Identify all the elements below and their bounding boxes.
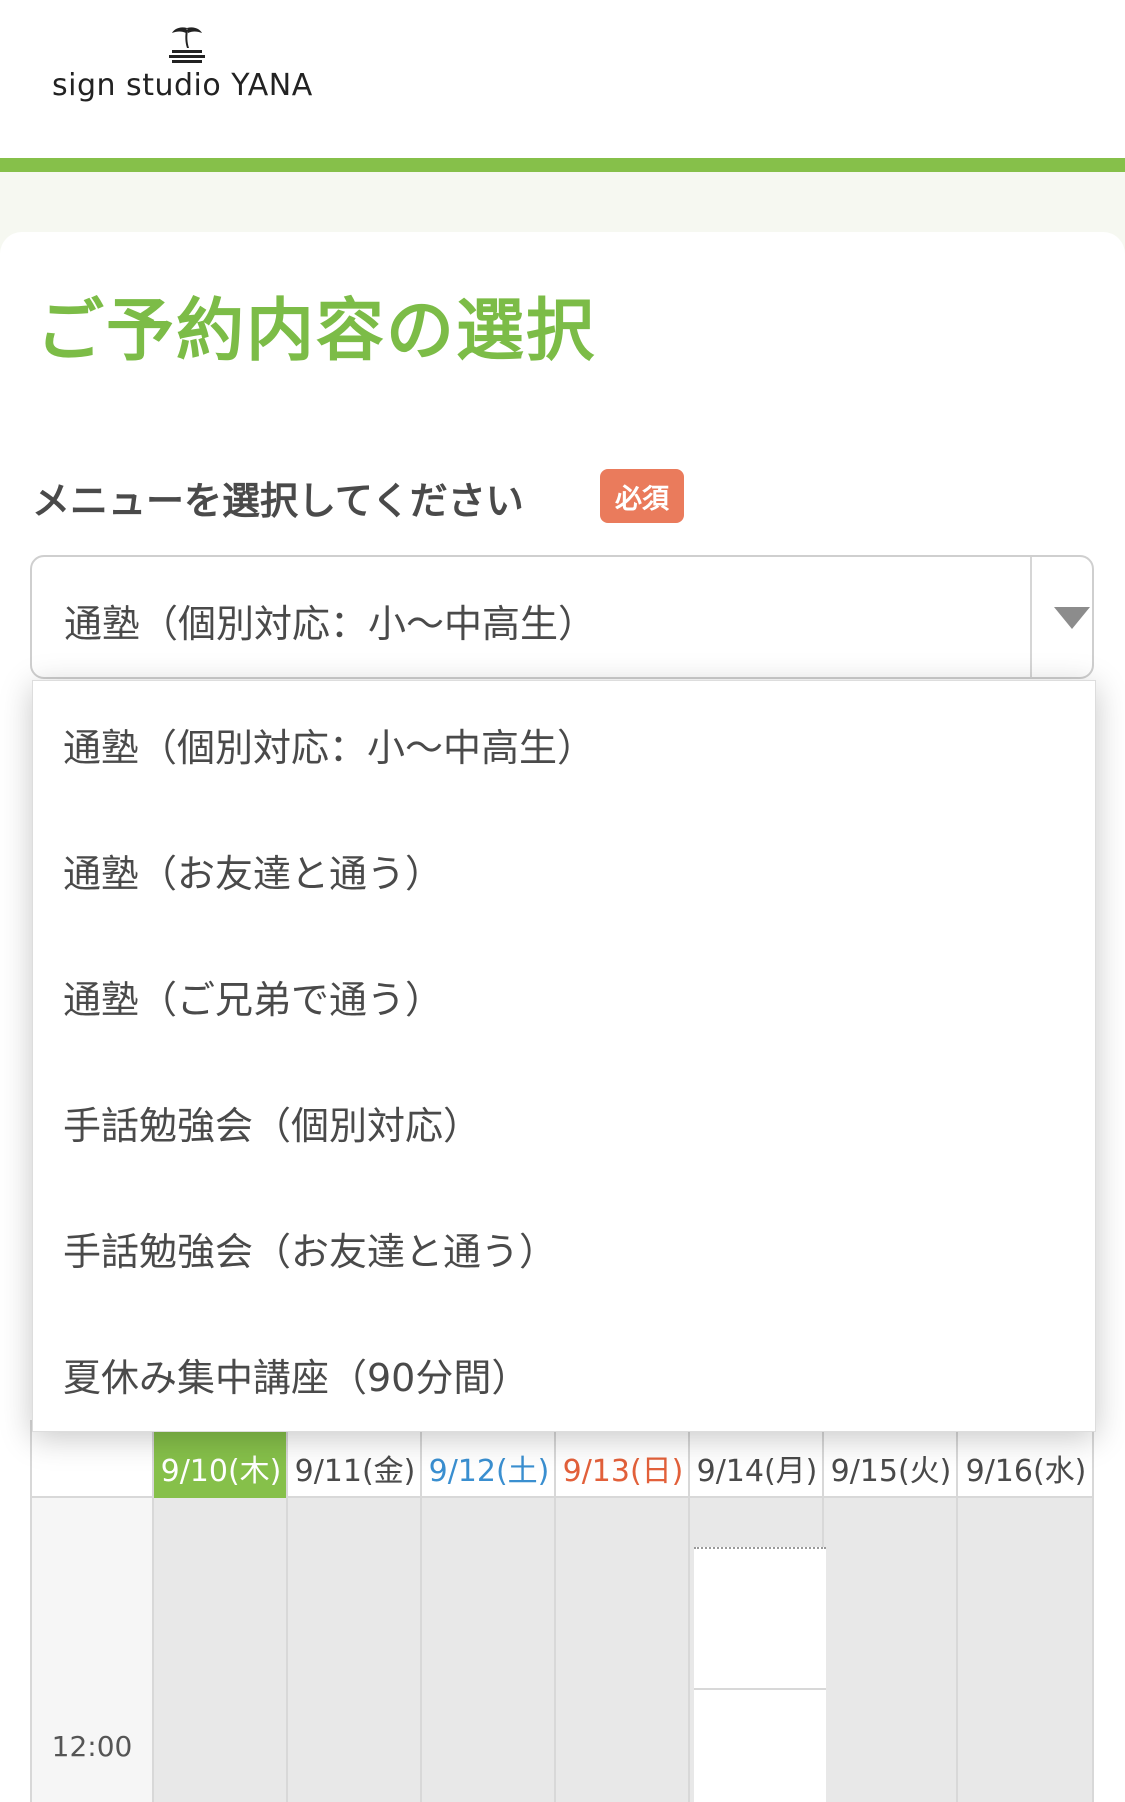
calendar-gridline	[286, 1420, 288, 1802]
calendar-gridline	[554, 1420, 556, 1802]
time-slot-label: 12:00	[51, 1730, 133, 1763]
calendar-gridline	[956, 1420, 958, 1802]
menu-field-label: メニューを選択してください	[32, 479, 524, 523]
required-badge: 必須	[600, 469, 684, 523]
time-column: 12:00	[30, 1498, 154, 1802]
dropdown-option[interactable]: 通塾（個別対応：小〜中高生）	[33, 681, 1097, 807]
site-logo[interactable]: sign studio YANA	[52, 24, 312, 114]
dropdown-option[interactable]: 通塾（ご兄弟で通う）	[33, 933, 1097, 1059]
logo-text: sign studio YANA	[52, 68, 313, 103]
menu-select[interactable]: 通塾（個別対応：小〜中高生）	[30, 555, 1094, 679]
triangle-down-icon[interactable]	[1054, 607, 1090, 629]
palm-tree-island-icon	[169, 27, 205, 63]
calendar-gridline	[420, 1420, 422, 1802]
calendar-gridline	[1092, 1420, 1094, 1802]
menu-select-value: 通塾（個別対応：小〜中高生）	[64, 602, 597, 646]
dropdown-option[interactable]: 手話勉強会（個別対応）	[33, 1059, 1097, 1185]
calendar-gridline	[152, 1420, 154, 1802]
dropdown-option[interactable]: 夏休み集中講座（90分間）	[33, 1311, 1097, 1437]
calendar-gridline	[688, 1420, 690, 1802]
menu-dropdown-list: 通塾（個別対応：小〜中高生） 通塾（お友達と通う） 通塾（ご兄弟で通う） 手話勉…	[32, 680, 1096, 1432]
available-slot[interactable]	[694, 1547, 826, 1802]
select-divider	[1030, 557, 1032, 677]
page-title: ご予約内容の選択	[36, 292, 597, 371]
schedule-calendar: 12:00 9/10(木) 9/11(金) 9/12(土) 9/13(日) 9/…	[30, 1420, 1094, 1802]
dropdown-option[interactable]: 手話勉強会（お友達と通う）	[33, 1185, 1097, 1311]
header-accent-bar	[0, 158, 1125, 172]
slot-divider	[694, 1688, 826, 1690]
calendar-gridline	[30, 1420, 32, 1802]
site-header: sign studio YANA	[0, 0, 1125, 158]
dropdown-option[interactable]: 通塾（お友達と通う）	[33, 807, 1097, 933]
